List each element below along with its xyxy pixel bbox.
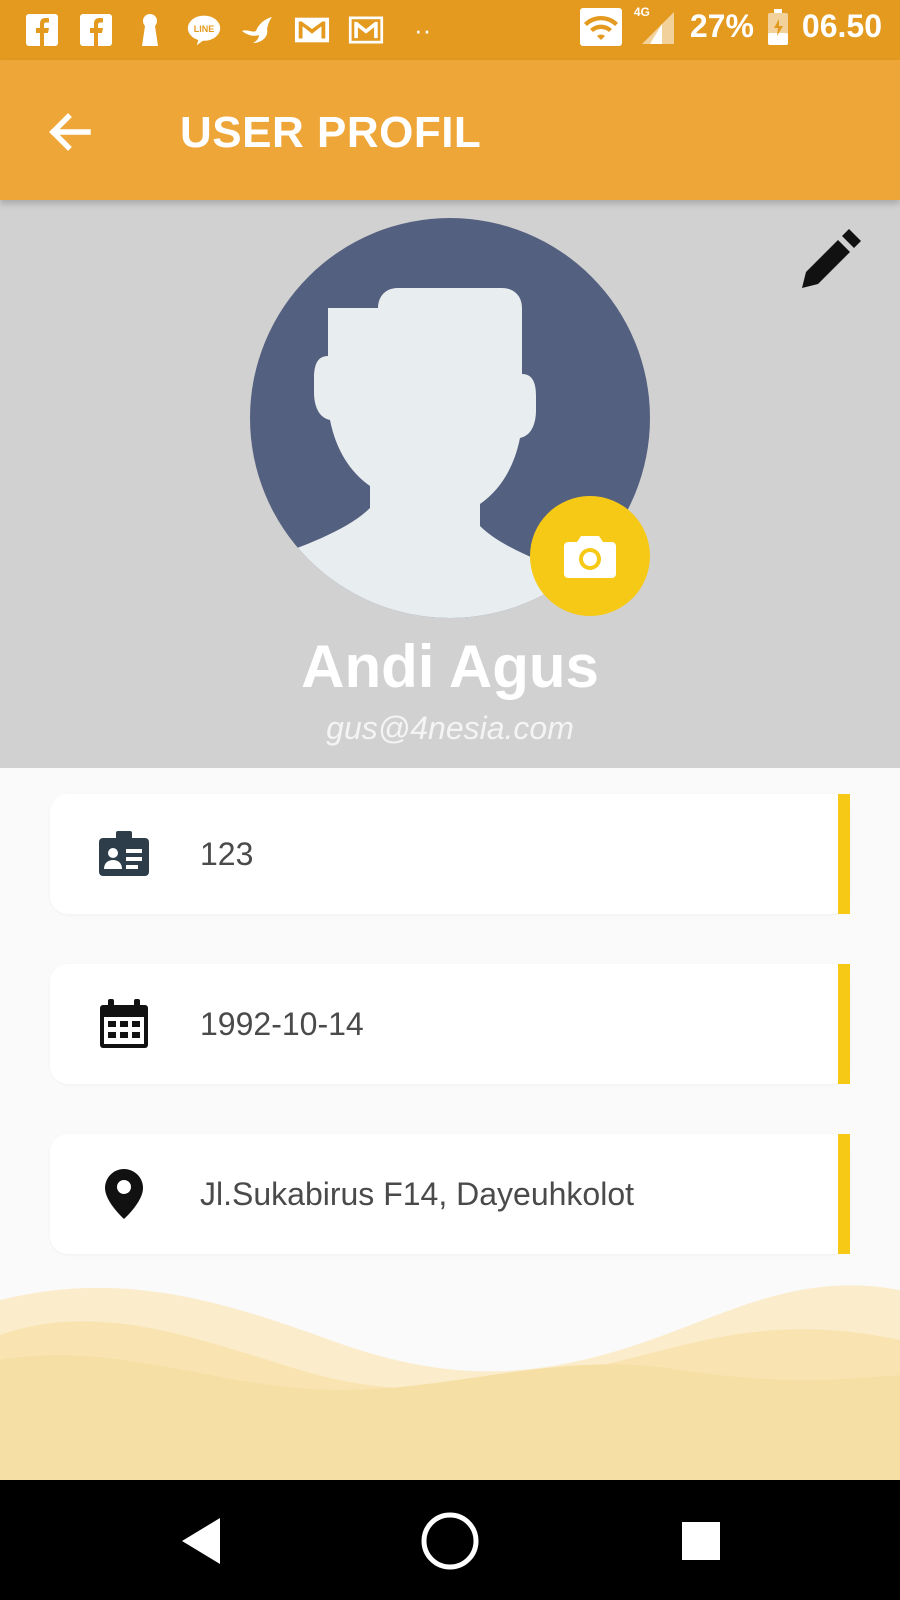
edit-profile-button[interactable] (796, 226, 864, 294)
app-bar: USER PROFIL (0, 60, 900, 200)
profile-header: Andi Agus gus@4nesia.com (0, 200, 900, 768)
battery-percent: 27% (689, 8, 754, 44)
card-accent (838, 964, 850, 1084)
id-card-icon (96, 826, 152, 882)
pencil-icon (802, 229, 861, 288)
status-bar: LINE ·· 4G 27% 06.50 (0, 0, 900, 60)
notification-icons: LINE ·· (24, 12, 431, 48)
gmail-icon (348, 12, 384, 48)
navigation-bar (0, 1480, 900, 1600)
info-card-birthdate: 1992-10-14 (50, 964, 850, 1084)
more-notifications: ·· (414, 14, 432, 45)
battery-icon (766, 8, 790, 45)
cell-signal-icon: 4G (634, 5, 678, 45)
location-pin-icon (96, 1166, 152, 1222)
clock: 06.50 (801, 8, 882, 44)
info-card-address: Jl.Sukabirus F14, Dayeuhkolot (50, 1134, 850, 1254)
page-title: USER PROFIL (180, 108, 482, 157)
camera-icon (564, 536, 616, 578)
card-accent (838, 1134, 850, 1254)
circle-home-icon (421, 1512, 479, 1570)
network-type: 4G (633, 4, 650, 19)
keyhole-icon (132, 12, 168, 48)
facebook-icon (24, 12, 60, 48)
svg-text:LINE: LINE (194, 24, 215, 34)
birthdate-value: 1992-10-14 (200, 1006, 364, 1042)
id-number-value: 123 (200, 836, 254, 872)
bird-icon (240, 12, 276, 48)
triangle-back-icon (182, 1518, 220, 1564)
arrow-left-icon (49, 113, 91, 151)
change-photo-button[interactable] (530, 496, 650, 616)
back-button[interactable] (40, 102, 100, 162)
profile-email: gus@4nesia.com (326, 710, 574, 746)
wifi-icon (579, 7, 622, 46)
info-card-id: 123 (50, 794, 850, 914)
line-icon: LINE (186, 12, 222, 48)
system-status: 4G 27% 06.50 (579, 5, 882, 46)
calendar-icon (96, 996, 152, 1052)
decorative-waves (0, 1285, 900, 1480)
square-recents-icon (682, 1522, 720, 1560)
profile-name: Andi Agus (301, 633, 599, 700)
nav-home-button[interactable] (415, 1506, 485, 1576)
facebook-icon (78, 12, 114, 48)
address-value: Jl.Sukabirus F14, Dayeuhkolot (200, 1176, 634, 1212)
nav-recents-button[interactable] (666, 1506, 736, 1576)
card-accent (838, 794, 850, 914)
gmail-icon (294, 12, 330, 48)
nav-back-button[interactable] (166, 1506, 236, 1576)
